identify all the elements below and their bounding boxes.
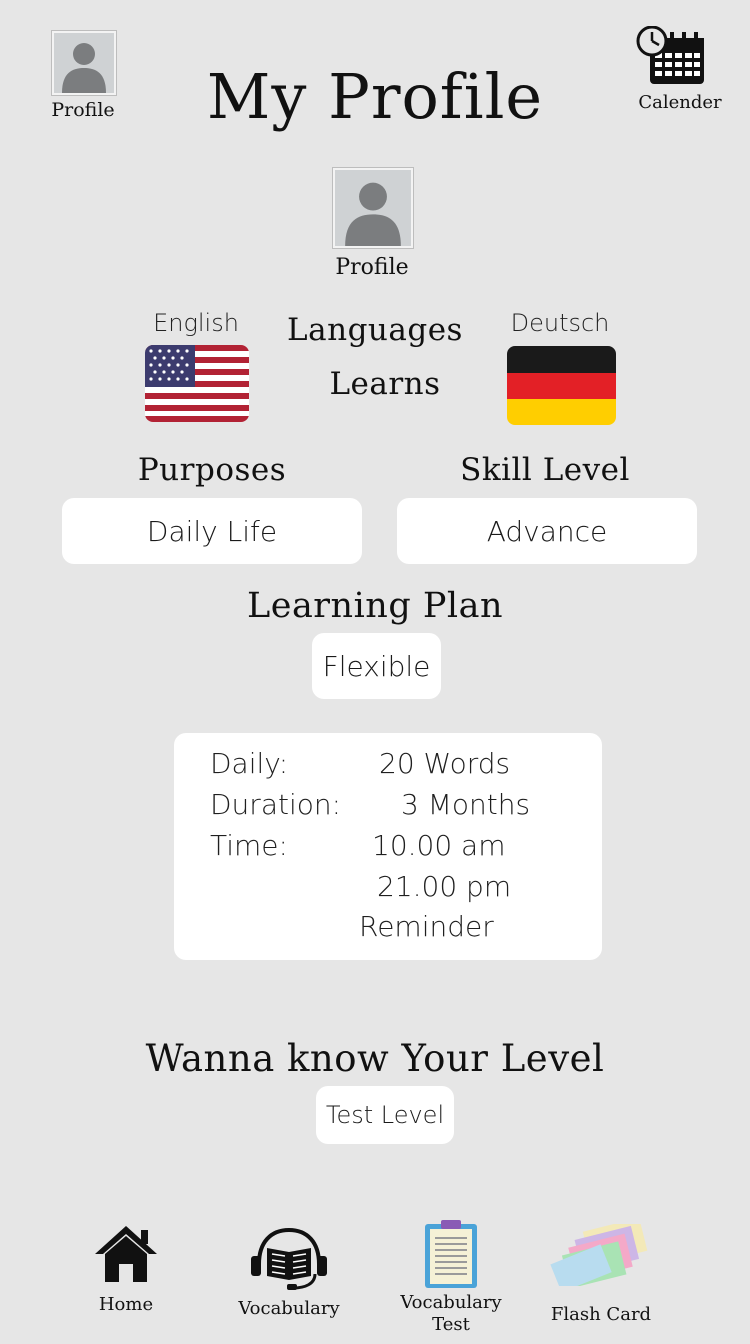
duration-value: 3 Months xyxy=(401,788,531,821)
nav-vocabulary-test[interactable]: Vocabulary Test xyxy=(391,1220,511,1336)
calendar-icon xyxy=(636,25,704,84)
clipboard-icon xyxy=(425,1220,477,1288)
plan-mode-button[interactable]: Flexible xyxy=(312,633,441,699)
us-flag-graphic xyxy=(145,345,249,422)
nav-home-label: Home xyxy=(98,1294,154,1315)
header-profile-avatar[interactable] xyxy=(52,31,116,95)
header-profile-label: Profile xyxy=(51,99,115,121)
us-flag-icon[interactable] xyxy=(145,345,249,422)
skill-level-heading: Skill Level xyxy=(460,452,630,488)
person-icon xyxy=(54,33,114,93)
profile-avatar[interactable] xyxy=(333,168,413,248)
calendar-label: Calender xyxy=(638,92,722,113)
purposes-field[interactable]: Daily Life xyxy=(62,498,362,564)
headset-book-icon xyxy=(251,1227,327,1290)
native-language-label: English xyxy=(153,309,239,337)
reminder-label[interactable]: Reminder xyxy=(359,910,494,943)
daily-value: 20 Words xyxy=(379,747,511,780)
time-value-1: 10.00 am xyxy=(372,829,506,862)
nav-home[interactable]: Home xyxy=(76,1222,176,1316)
germany-flag-graphic xyxy=(507,346,616,425)
time-value-2: 21.00 pm xyxy=(377,870,512,903)
skill-level-field[interactable]: Advance xyxy=(397,498,697,564)
page-title: My Profile xyxy=(206,60,544,133)
level-heading: Wanna know Your Level xyxy=(145,1037,605,1080)
calendar-button[interactable] xyxy=(636,25,708,88)
nav-flash-card[interactable]: Flash Card xyxy=(544,1224,658,1326)
languages-heading: Languages xyxy=(287,312,463,348)
duration-label: Duration: xyxy=(210,788,342,821)
profile-label: Profile xyxy=(335,255,409,280)
plan-details-card: Daily: 20 Words Duration: 3 Months Time:… xyxy=(174,733,602,960)
nav-vocabulary-test-label-2: Test xyxy=(432,1314,470,1335)
learning-plan-heading: Learning Plan xyxy=(246,586,503,626)
target-language-label: Deutsch xyxy=(510,309,610,337)
purposes-heading: Purposes xyxy=(137,452,287,488)
test-level-button[interactable]: Test Level xyxy=(316,1086,454,1144)
flash-cards-icon xyxy=(550,1224,648,1286)
germany-flag-icon[interactable] xyxy=(507,346,616,425)
home-icon xyxy=(95,1226,157,1282)
time-label: Time: xyxy=(210,829,288,862)
nav-vocabulary-test-label-1: Vocabulary xyxy=(400,1292,502,1313)
daily-label: Daily: xyxy=(210,747,289,780)
nav-vocabulary[interactable]: Vocabulary xyxy=(228,1226,350,1320)
nav-flash-card-label: Flash Card xyxy=(550,1304,652,1325)
nav-vocabulary-label: Vocabulary xyxy=(238,1298,340,1319)
person-icon xyxy=(335,170,411,246)
learns-heading: Learns xyxy=(329,366,441,402)
